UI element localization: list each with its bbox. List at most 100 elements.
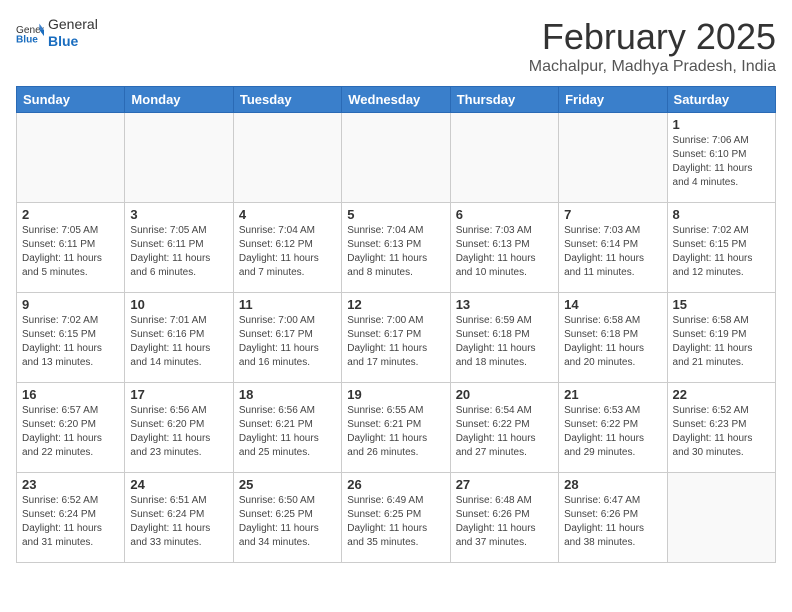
calendar-cell: 7 Sunrise: 7:03 AM Sunset: 6:14 PM Daylig… <box>559 203 667 293</box>
calendar-cell: 14 Sunrise: 6:58 AM Sunset: 6:18 PM Dayli… <box>559 293 667 383</box>
day-info: Sunrise: 6:50 AM Sunset: 6:25 PM Dayligh… <box>239 494 336 550</box>
calendar-title: February 2025 <box>529 16 776 58</box>
calendar-header-row: SundayMondayTuesdayWednesdayThursdayFrid… <box>17 87 776 113</box>
day-number: 2 <box>22 207 119 222</box>
logo: General Blue General Blue <box>16 16 98 50</box>
day-number: 19 <box>347 387 444 402</box>
calendar-cell: 11Sunrise: 7:00 AM Sunset: 6:17 PM Dayli… <box>233 293 341 383</box>
day-number: 27 <box>456 477 553 492</box>
day-info: Sunrise: 6:49 AM Sunset: 6:25 PM Dayligh… <box>347 494 444 550</box>
calendar-cell: 20 Sunrise: 6:54 AM Sunset: 6:22 PM Dayli… <box>450 383 558 473</box>
day-info: Sunrise: 6:48 AM Sunset: 6:26 PM Dayligh… <box>456 494 553 550</box>
calendar-cell: 25 Sunrise: 6:50 AM Sunset: 6:25 PM Dayli… <box>233 473 341 563</box>
day-of-week-header: Sunday <box>17 87 125 113</box>
day-number: 1 <box>673 117 770 132</box>
calendar-cell <box>667 473 775 563</box>
day-info: Sunrise: 7:00 AM Sunset: 6:17 PM Dayligh… <box>347 314 444 370</box>
day-info: Sunrise: 6:56 AM Sunset: 6:21 PM Dayligh… <box>239 404 336 460</box>
day-of-week-header: Monday <box>125 87 233 113</box>
calendar-cell <box>125 113 233 203</box>
calendar-cell: 17 Sunrise: 6:56 AM Sunset: 6:20 PM Dayli… <box>125 383 233 473</box>
day-info: Sunrise: 6:52 AM Sunset: 6:24 PM Dayligh… <box>22 494 119 550</box>
calendar-cell: 2 Sunrise: 7:05 AM Sunset: 6:11 PM Daylig… <box>17 203 125 293</box>
day-info: Sunrise: 7:03 AM Sunset: 6:14 PM Dayligh… <box>564 224 661 280</box>
page-header: General Blue General Blue February 2025 … <box>16 16 776 76</box>
day-info: Sunrise: 7:01 AM Sunset: 6:16 PM Dayligh… <box>130 314 227 370</box>
calendar-week-row: 23 Sunrise: 6:52 AM Sunset: 6:24 PM Dayli… <box>17 473 776 563</box>
day-info: Sunrise: 6:57 AM Sunset: 6:20 PM Dayligh… <box>22 404 119 460</box>
calendar-cell: 4 Sunrise: 7:04 AM Sunset: 6:12 PM Daylig… <box>233 203 341 293</box>
calendar-cell: 27 Sunrise: 6:48 AM Sunset: 6:26 PM Dayli… <box>450 473 558 563</box>
calendar-cell: 28 Sunrise: 6:47 AM Sunset: 6:26 PM Dayli… <box>559 473 667 563</box>
day-number: 5 <box>347 207 444 222</box>
day-number: 8 <box>673 207 770 222</box>
day-number: 17 <box>130 387 227 402</box>
day-number: 24 <box>130 477 227 492</box>
day-info: Sunrise: 7:04 AM Sunset: 6:12 PM Dayligh… <box>239 224 336 280</box>
day-info: Sunrise: 6:51 AM Sunset: 6:24 PM Dayligh… <box>130 494 227 550</box>
calendar-cell: 6Sunrise: 7:03 AM Sunset: 6:13 PM Daylig… <box>450 203 558 293</box>
day-info: Sunrise: 6:53 AM Sunset: 6:22 PM Dayligh… <box>564 404 661 460</box>
day-info: Sunrise: 7:02 AM Sunset: 6:15 PM Dayligh… <box>673 224 770 280</box>
day-number: 4 <box>239 207 336 222</box>
title-block: February 2025 Machalpur, Madhya Pradesh,… <box>529 16 776 76</box>
day-info: Sunrise: 7:05 AM Sunset: 6:11 PM Dayligh… <box>22 224 119 280</box>
calendar-cell: 12 Sunrise: 7:00 AM Sunset: 6:17 PM Dayli… <box>342 293 450 383</box>
calendar-cell: 26Sunrise: 6:49 AM Sunset: 6:25 PM Dayli… <box>342 473 450 563</box>
day-info: Sunrise: 6:59 AM Sunset: 6:18 PM Dayligh… <box>456 314 553 370</box>
day-info: Sunrise: 6:55 AM Sunset: 6:21 PM Dayligh… <box>347 404 444 460</box>
day-info: Sunrise: 6:56 AM Sunset: 6:20 PM Dayligh… <box>130 404 227 460</box>
calendar-cell: 3Sunrise: 7:05 AM Sunset: 6:11 PM Daylig… <box>125 203 233 293</box>
calendar-cell: 15 Sunrise: 6:58 AM Sunset: 6:19 PM Dayli… <box>667 293 775 383</box>
day-number: 20 <box>456 387 553 402</box>
calendar-cell: 18Sunrise: 6:56 AM Sunset: 6:21 PM Dayli… <box>233 383 341 473</box>
logo-general-text: General <box>48 16 98 33</box>
calendar-cell: 24 Sunrise: 6:51 AM Sunset: 6:24 PM Dayli… <box>125 473 233 563</box>
day-number: 11 <box>239 297 336 312</box>
day-number: 21 <box>564 387 661 402</box>
day-number: 12 <box>347 297 444 312</box>
logo-icon: General Blue <box>16 22 44 44</box>
calendar-cell <box>559 113 667 203</box>
day-number: 28 <box>564 477 661 492</box>
calendar-cell: 8 Sunrise: 7:02 AM Sunset: 6:15 PM Daylig… <box>667 203 775 293</box>
calendar-cell: 1 Sunrise: 7:06 AM Sunset: 6:10 PM Daylig… <box>667 113 775 203</box>
calendar-cell: 10 Sunrise: 7:01 AM Sunset: 6:16 PM Dayli… <box>125 293 233 383</box>
day-info: Sunrise: 7:03 AM Sunset: 6:13 PM Dayligh… <box>456 224 553 280</box>
calendar-week-row: 2 Sunrise: 7:05 AM Sunset: 6:11 PM Daylig… <box>17 203 776 293</box>
calendar-table: SundayMondayTuesdayWednesdayThursdayFrid… <box>16 86 776 563</box>
day-number: 9 <box>22 297 119 312</box>
day-number: 15 <box>673 297 770 312</box>
calendar-cell: 22 Sunrise: 6:52 AM Sunset: 6:23 PM Dayli… <box>667 383 775 473</box>
calendar-cell <box>342 113 450 203</box>
logo-blue-text: Blue <box>48 33 98 50</box>
calendar-subtitle: Machalpur, Madhya Pradesh, India <box>529 58 776 76</box>
day-of-week-header: Saturday <box>667 87 775 113</box>
day-of-week-header: Thursday <box>450 87 558 113</box>
day-number: 16 <box>22 387 119 402</box>
calendar-cell: 21 Sunrise: 6:53 AM Sunset: 6:22 PM Dayli… <box>559 383 667 473</box>
day-number: 14 <box>564 297 661 312</box>
day-info: Sunrise: 6:54 AM Sunset: 6:22 PM Dayligh… <box>456 404 553 460</box>
day-of-week-header: Tuesday <box>233 87 341 113</box>
calendar-cell <box>450 113 558 203</box>
svg-text:Blue: Blue <box>16 34 38 44</box>
calendar-cell: 23 Sunrise: 6:52 AM Sunset: 6:24 PM Dayli… <box>17 473 125 563</box>
day-info: Sunrise: 6:52 AM Sunset: 6:23 PM Dayligh… <box>673 404 770 460</box>
day-info: Sunrise: 7:02 AM Sunset: 6:15 PM Dayligh… <box>22 314 119 370</box>
day-of-week-header: Friday <box>559 87 667 113</box>
day-info: Sunrise: 7:05 AM Sunset: 6:11 PM Dayligh… <box>130 224 227 280</box>
day-info: Sunrise: 6:58 AM Sunset: 6:19 PM Dayligh… <box>673 314 770 370</box>
day-number: 10 <box>130 297 227 312</box>
calendar-week-row: 16 Sunrise: 6:57 AM Sunset: 6:20 PM Dayli… <box>17 383 776 473</box>
day-number: 23 <box>22 477 119 492</box>
day-number: 13 <box>456 297 553 312</box>
day-of-week-header: Wednesday <box>342 87 450 113</box>
day-info: Sunrise: 6:47 AM Sunset: 6:26 PM Dayligh… <box>564 494 661 550</box>
calendar-cell: 19 Sunrise: 6:55 AM Sunset: 6:21 PM Dayli… <box>342 383 450 473</box>
day-number: 25 <box>239 477 336 492</box>
day-number: 7 <box>564 207 661 222</box>
day-info: Sunrise: 6:58 AM Sunset: 6:18 PM Dayligh… <box>564 314 661 370</box>
day-info: Sunrise: 7:06 AM Sunset: 6:10 PM Dayligh… <box>673 134 770 190</box>
day-number: 22 <box>673 387 770 402</box>
